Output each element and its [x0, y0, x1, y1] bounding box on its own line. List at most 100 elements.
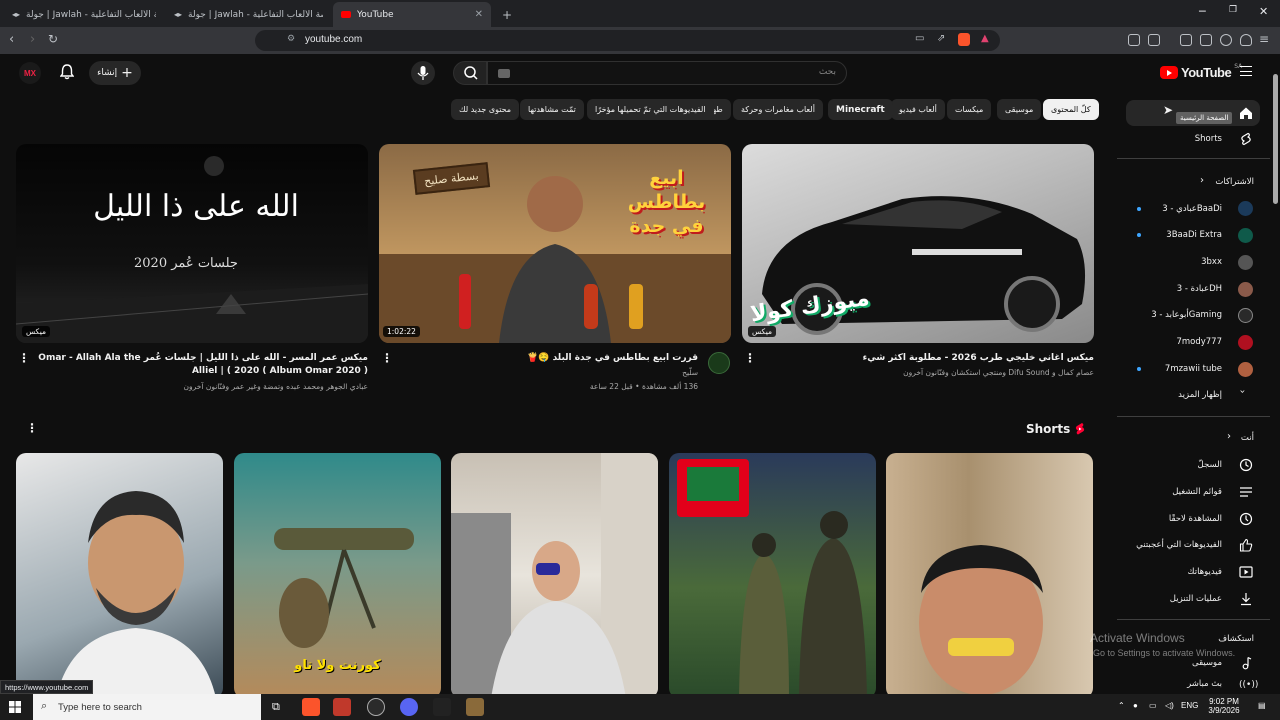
mic-tray-icon[interactable]: ●: [1133, 701, 1138, 710]
chip-action-adventure[interactable]: ألعاب مغامرات وحركة: [733, 99, 823, 120]
browser-tab[interactable]: ◂▸ جولة | Jawlah - منصة الألعاب التفاعلي…: [4, 2, 164, 27]
brave-shield-icon[interactable]: [958, 33, 970, 46]
task-view-icon[interactable]: ⧉: [272, 700, 280, 714]
shelf-menu-icon[interactable]: ⋮: [26, 421, 38, 435]
subscription-item[interactable]: 7mzawii tube: [1130, 357, 1222, 381]
extensions-icon[interactable]: [1128, 34, 1140, 46]
site-info-icon[interactable]: ⚙: [287, 34, 295, 44]
chip-recently-uploaded[interactable]: الفيديوهات التي تمّ تحميلها مؤخرًا: [587, 99, 714, 120]
back-icon[interactable]: ‹: [9, 32, 14, 47]
video-channel[interactable]: عصام كمال و Difu Sound ومنتجي استكشان وف…: [760, 368, 1094, 377]
video-thumbnail[interactable]: ميوزك كولا ميكس: [742, 144, 1094, 343]
cast-icon[interactable]: ▭: [915, 33, 924, 44]
video-menu-icon[interactable]: ⋮: [381, 351, 393, 365]
video-title[interactable]: قررت ابيع بطاطس في جدة البلد 🤤🍟: [400, 352, 698, 365]
brave-browser-icon[interactable]: [302, 698, 320, 716]
app-icon[interactable]: [333, 698, 351, 716]
tab-close-icon[interactable]: ✕: [475, 9, 483, 20]
leo-ai-icon[interactable]: [1220, 34, 1232, 46]
guide-watch-later[interactable]: المشاهدة لاحقًا: [1130, 507, 1222, 531]
browser-menu-icon[interactable]: ≡: [1259, 32, 1269, 46]
obs-icon[interactable]: [367, 698, 385, 716]
discord-icon[interactable]: [400, 698, 418, 716]
channel-avatar[interactable]: [708, 352, 730, 374]
minecraft-icon[interactable]: [466, 698, 484, 716]
browser-tab[interactable]: ◂▸ جولة | Jawlah - منصة الألعاب التفاعلي…: [166, 2, 331, 27]
subscription-item[interactable]: 7mody777: [1130, 330, 1222, 354]
tab-search-icon[interactable]: [1200, 34, 1212, 46]
browser-tab-active[interactable]: YouTube ✕: [333, 2, 491, 27]
reload-icon[interactable]: ↻: [48, 32, 58, 46]
volume-icon[interactable]: ◁): [1165, 701, 1174, 710]
guide-your-videos[interactable]: فيديوهاتك: [1130, 560, 1222, 584]
video-menu-icon[interactable]: ⋮: [744, 351, 756, 365]
chip-mixes[interactable]: ميكسات: [947, 99, 992, 120]
chip-watched[interactable]: تمّت مشاهدتها: [520, 99, 584, 120]
video-menu-icon[interactable]: ⋮: [18, 351, 30, 365]
yt-masthead: MX إنشاء + بحث YouTube SA: [0, 54, 1270, 92]
guide-history[interactable]: السجلّ: [1130, 453, 1222, 477]
search-button[interactable]: [453, 61, 487, 85]
short-thumbnail[interactable]: [16, 453, 223, 698]
sidebar-icon[interactable]: [1180, 34, 1192, 46]
tray-expand-icon[interactable]: ⌃: [1118, 701, 1125, 710]
page-scrollbar[interactable]: [1271, 54, 1280, 694]
short-thumbnail[interactable]: [669, 453, 876, 698]
scrollbar-thumb[interactable]: [1273, 74, 1278, 204]
create-button[interactable]: إنشاء +: [89, 61, 141, 85]
video-thumbnail[interactable]: بسطة صليح ابيع بطاطس في جدة 1:02:22: [379, 144, 731, 343]
minimize-icon[interactable]: ─: [1199, 5, 1206, 18]
keyboard-icon[interactable]: [498, 69, 510, 78]
chip-minecraft[interactable]: Minecraft: [828, 99, 893, 120]
voice-search-button[interactable]: [411, 61, 435, 85]
network-icon[interactable]: ▭: [1149, 701, 1157, 710]
guide-live[interactable]: بث مباشر: [1130, 677, 1222, 691]
address-bar[interactable]: ⚙ youtube.com ▭ ⇗ ▲: [255, 30, 1000, 51]
guide-downloads[interactable]: عمليات التنزيل: [1130, 587, 1222, 611]
guide-menu-icon[interactable]: [1240, 66, 1252, 76]
capcut-icon[interactable]: [433, 698, 451, 716]
forward-icon[interactable]: ›: [30, 32, 35, 47]
window-close-icon[interactable]: ✕: [1259, 5, 1268, 18]
notifications-bell-icon[interactable]: [60, 64, 74, 80]
video-channel[interactable]: سلّيح: [400, 368, 698, 377]
notification-center-icon[interactable]: ▤: [1258, 701, 1266, 710]
guide-liked-videos[interactable]: الفيديوهات التي أعجبتني: [1130, 533, 1222, 557]
taskbar-search-input[interactable]: ⌕ Type here to search: [33, 694, 261, 720]
share-icon[interactable]: ⇗: [937, 33, 945, 44]
guide-show-more[interactable]: إظهار المزيد: [1130, 383, 1222, 407]
short-thumbnail[interactable]: [451, 453, 658, 698]
guide-you-header[interactable]: أنت: [1130, 426, 1254, 450]
short-thumbnail[interactable]: [886, 453, 1093, 698]
chip-all[interactable]: كلّ المحتوى: [1043, 99, 1099, 120]
microphone-icon: [417, 66, 429, 80]
chip-video-games[interactable]: ألعاب فيديو: [891, 99, 945, 120]
video-title[interactable]: ميكس اغاني خليجي طرب 2026 - مطلوبة اكثر …: [760, 352, 1094, 365]
guide-subscriptions-header[interactable]: الاشتراكات: [1130, 170, 1254, 194]
brave-rewards-icon[interactable]: ▲: [981, 33, 989, 44]
subscription-item[interactable]: عبادة - 3DH: [1130, 277, 1222, 301]
chip-music[interactable]: موسيقى: [997, 99, 1042, 120]
video-thumbnail[interactable]: الله على ذا الليل جلسات عُمر 2020 ميكس: [16, 144, 368, 343]
short-thumbnail[interactable]: كورنت ولا تاو: [234, 453, 441, 698]
subscription-item[interactable]: 3BaaDi Extra: [1130, 223, 1222, 247]
video-channel[interactable]: عبادي الجوهر ومحمد عبده وتمضة وغير عمر و…: [30, 382, 368, 391]
guide-playlists[interactable]: قوائم التشغيل: [1130, 480, 1222, 504]
subscription-item[interactable]: 3bxx: [1130, 250, 1222, 274]
vpn-icon[interactable]: [1240, 34, 1252, 46]
video-stats: 136 ألف مشاهدة • قبل 22 ساعة: [589, 382, 698, 391]
guide-shorts[interactable]: Shorts: [1130, 127, 1222, 151]
subscription-item[interactable]: عبادي - 3BaaDi: [1130, 197, 1222, 221]
video-title[interactable]: ميكس عمر المسر - الله على ذا الليل | جلس…: [30, 352, 368, 378]
language-indicator[interactable]: ENG: [1181, 701, 1198, 710]
subscription-item[interactable]: أبوعابد - 3Gaming: [1130, 303, 1222, 327]
search-input[interactable]: بحث: [487, 61, 847, 85]
chip-new-to-you[interactable]: محتوى جديد لك: [451, 99, 520, 120]
windows-start-icon[interactable]: [9, 701, 21, 713]
wallet-icon[interactable]: [1148, 34, 1160, 46]
taskbar-clock[interactable]: 9:02 PM 3/9/2026: [1208, 697, 1240, 715]
restore-icon[interactable]: ❐: [1229, 5, 1237, 15]
new-tab-button[interactable]: +: [494, 2, 520, 27]
account-avatar[interactable]: MX: [19, 62, 41, 84]
youtube-logo[interactable]: YouTube SA: [1160, 63, 1242, 80]
